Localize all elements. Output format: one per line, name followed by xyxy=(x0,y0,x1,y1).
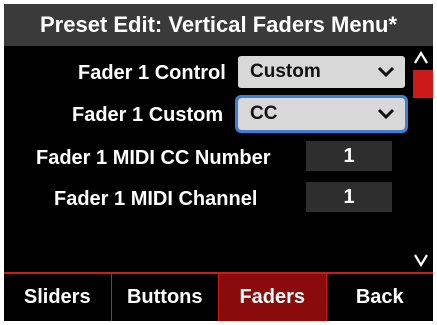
chevron-down-icon xyxy=(414,254,428,267)
tab-faders[interactable]: Faders xyxy=(219,274,327,321)
scroll-thumb[interactable] xyxy=(413,70,433,98)
tab-buttons[interactable]: Buttons xyxy=(111,274,219,321)
fader1-custom-label: Fader 1 Custom xyxy=(72,104,224,126)
fader1-control-value: Custom xyxy=(250,61,321,82)
chevron-down-icon xyxy=(377,66,395,78)
fader1-cc-number-label: Fader 1 MIDI CC Number xyxy=(36,147,271,169)
bottom-tab-bar: Sliders Buttons Faders Back xyxy=(4,272,433,321)
fader1-channel-field[interactable]: 1 xyxy=(306,182,392,212)
scroll-up-button[interactable] xyxy=(409,48,433,68)
chevron-up-icon xyxy=(414,51,428,64)
page-title: Preset Edit: Vertical Faders Menu* xyxy=(4,4,433,46)
scroll-down-button[interactable] xyxy=(409,250,433,270)
tab-back[interactable]: Back xyxy=(326,274,433,321)
fader1-cc-number-field[interactable]: 1 xyxy=(306,141,392,171)
fader1-channel-label: Fader 1 MIDI Channel xyxy=(54,188,258,210)
tab-sliders[interactable]: Sliders xyxy=(4,274,112,321)
fader1-custom-value: CC xyxy=(250,103,278,124)
chevron-down-icon xyxy=(377,108,395,120)
fader1-control-dropdown[interactable]: Custom xyxy=(238,56,405,88)
fader1-custom-dropdown[interactable]: CC xyxy=(235,95,408,133)
device-screen: Preset Edit: Vertical Faders Menu* Fader… xyxy=(4,4,433,321)
scrollbar[interactable] xyxy=(409,46,433,272)
fader1-control-label: Fader 1 Control xyxy=(78,62,226,84)
